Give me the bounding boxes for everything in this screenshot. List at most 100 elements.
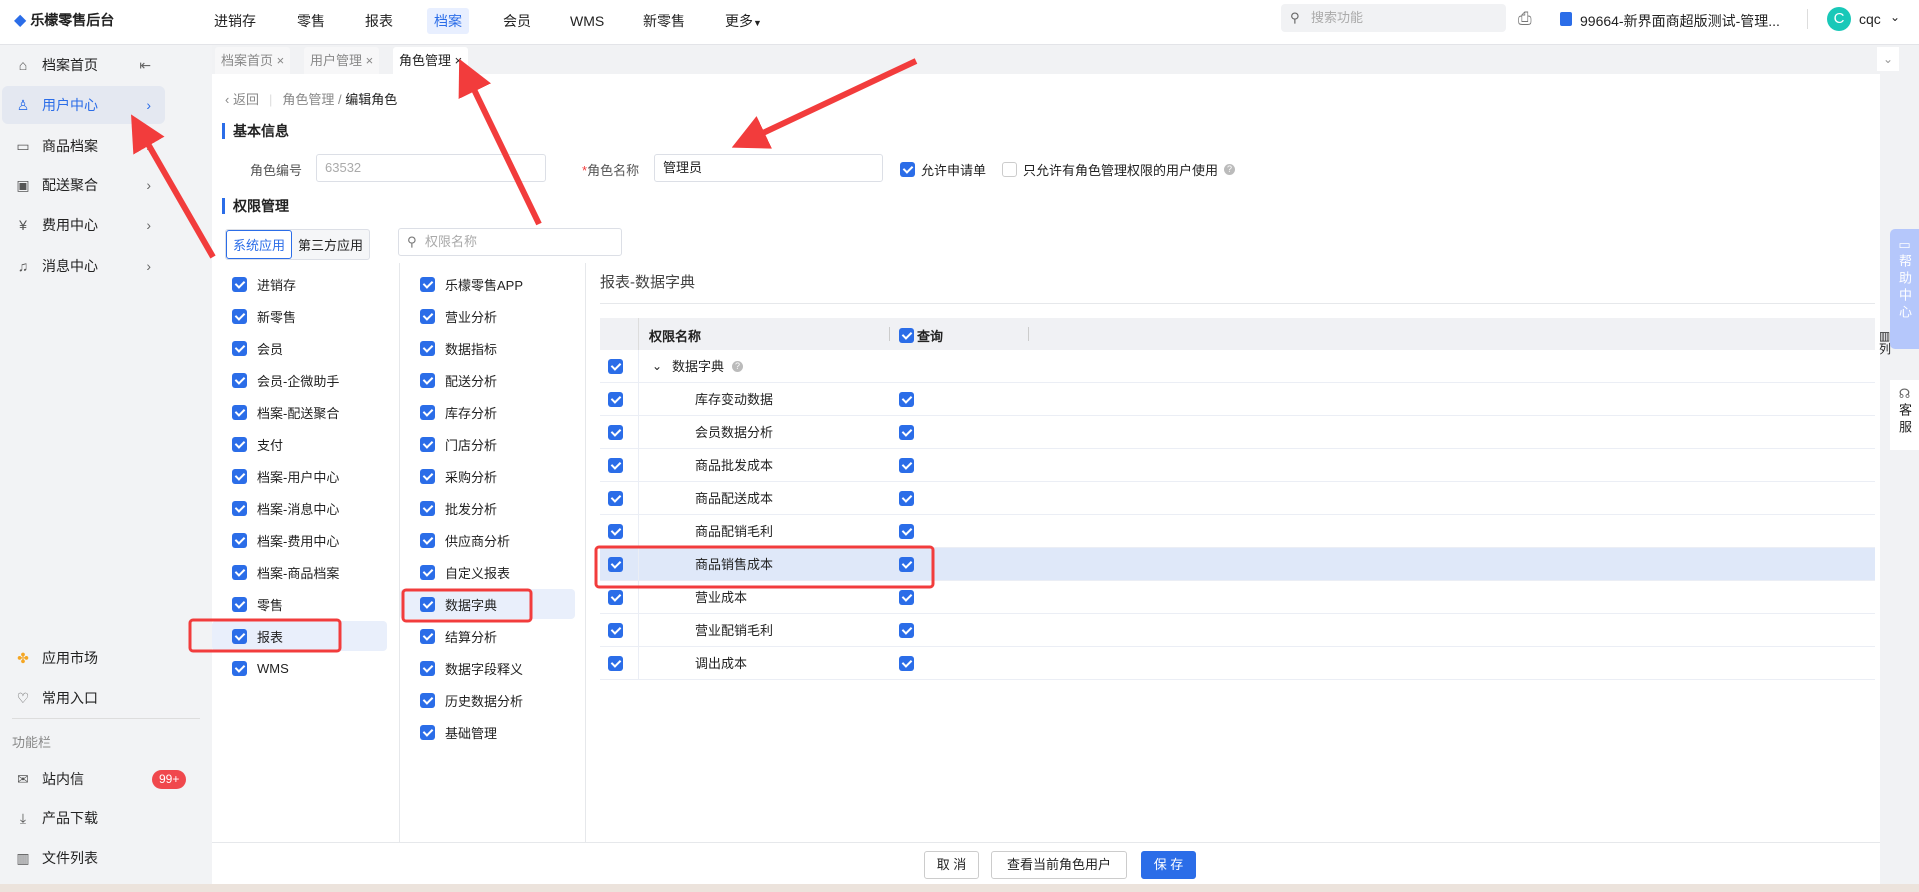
sidebar-item-delivery[interactable]: ▣ 配送聚合 › [2, 166, 165, 204]
nav-member[interactable]: 会员 [496, 8, 538, 34]
tab-user-management[interactable]: 用户管理 × [304, 47, 380, 74]
submodule-checkbox[interactable] [420, 340, 435, 356]
checkbox-unchecked[interactable] [1002, 162, 1017, 177]
row-checkbox[interactable] [608, 458, 623, 473]
submodule-checkbox[interactable] [420, 308, 435, 324]
submodule-item[interactable]: 采购分析 [400, 461, 575, 491]
row-checkbox[interactable] [608, 524, 623, 539]
module-item[interactable]: 档案-配送聚合 [212, 397, 387, 427]
submodule-item[interactable]: 基础管理 [400, 717, 575, 747]
submodule-checkbox[interactable] [420, 436, 435, 452]
checkbox-checked[interactable] [900, 162, 915, 177]
query-checkbox[interactable] [899, 458, 914, 473]
submodule-item[interactable]: 数据指标 [400, 333, 575, 363]
nav-archive[interactable]: 档案 [427, 8, 469, 34]
submodule-item[interactable]: 供应商分析 [400, 525, 575, 555]
query-checkbox[interactable] [899, 425, 914, 440]
module-item[interactable]: 会员 [212, 333, 387, 363]
role-code-field[interactable]: 63532 [316, 154, 546, 182]
chevron-down-icon[interactable]: ⌄ [652, 350, 662, 383]
module-checkbox[interactable] [232, 564, 247, 580]
row-checkbox[interactable] [608, 590, 623, 605]
save-button[interactable]: 保 存 [1141, 851, 1196, 879]
table-row[interactable]: 商品配送成本 [600, 482, 1875, 515]
submodule-checkbox[interactable] [420, 404, 435, 420]
module-item[interactable]: 新零售 [212, 301, 387, 331]
module-item[interactable]: 报表 [212, 621, 387, 651]
collapse-icon[interactable]: ⇤ [139, 57, 151, 74]
chevron-down-icon[interactable]: ⌄ [1890, 10, 1900, 24]
query-checkbox[interactable] [899, 557, 914, 572]
submodule-item[interactable]: 库存分析 [400, 397, 575, 427]
sidebar-download[interactable]: ⤓ 产品下载 [2, 799, 165, 837]
tab-role-management[interactable]: 角色管理 × [393, 47, 469, 74]
row-checkbox[interactable] [608, 656, 623, 671]
close-icon[interactable]: × [455, 53, 463, 68]
nav-new-retail[interactable]: 新零售 [636, 8, 692, 34]
row-checkbox[interactable] [608, 425, 623, 440]
nav-reports[interactable]: 报表 [358, 8, 400, 34]
allow-application-checkbox[interactable]: 允许申请单 [900, 160, 986, 179]
module-checkbox[interactable] [232, 500, 247, 516]
table-row[interactable]: 商品配销毛利 [600, 515, 1875, 548]
sidebar-item-user-center[interactable]: ♙ 用户中心 › [2, 86, 165, 124]
submodule-item[interactable]: 历史数据分析 [400, 685, 575, 715]
sidebar-item-expense[interactable]: ¥ 费用中心 › [2, 206, 165, 244]
tab-third-party-apps[interactable]: 第三方应用 [292, 230, 369, 259]
sidebar-item-goods[interactable]: ▭ 商品档案 › [2, 127, 165, 165]
module-item[interactable]: 档案-用户中心 [212, 461, 387, 491]
module-checkbox[interactable] [232, 276, 247, 292]
query-checkbox[interactable] [899, 656, 914, 671]
group-checkbox[interactable] [608, 359, 623, 374]
module-checkbox[interactable] [232, 340, 247, 356]
submodule-checkbox[interactable] [420, 276, 435, 292]
function-search-input[interactable]: ⚲ 搜索功能 [1281, 4, 1506, 32]
submodule-item[interactable]: 数据字段释义 [400, 653, 575, 683]
module-checkbox[interactable] [232, 660, 247, 676]
table-row[interactable]: 调出成本 [600, 647, 1875, 680]
module-checkbox[interactable] [232, 404, 247, 420]
role-name-field[interactable]: 管理员 [654, 154, 883, 182]
module-checkbox[interactable] [232, 468, 247, 484]
app-logo[interactable]: ◆ 乐檬零售后台 [14, 10, 114, 30]
module-item[interactable]: 档案-消息中心 [212, 493, 387, 523]
nav-wms[interactable]: WMS [563, 8, 611, 34]
submodule-checkbox[interactable] [420, 628, 435, 644]
store-selector[interactable]: 99664-新界面商超版测试-管理... [1580, 11, 1780, 31]
table-row[interactable]: 商品批发成本 [600, 449, 1875, 482]
permission-search-input[interactable]: ⚲ 权限名称 [398, 228, 622, 256]
module-item[interactable]: 档案-商品档案 [212, 557, 387, 587]
submodule-item[interactable]: 门店分析 [400, 429, 575, 459]
query-checkbox[interactable] [899, 623, 914, 638]
user-name[interactable]: cqc [1859, 11, 1881, 27]
submodule-item[interactable]: 批发分析 [400, 493, 575, 523]
module-checkbox[interactable] [232, 372, 247, 388]
module-checkbox[interactable] [232, 628, 247, 644]
submodule-item[interactable]: 配送分析 [400, 365, 575, 395]
submodule-item[interactable]: 数据字典 [400, 589, 575, 619]
table-group-row[interactable]: ⌄ 数据字典? [600, 350, 1875, 383]
tabs-dropdown-icon[interactable]: ⌄ [1877, 47, 1899, 71]
submodule-checkbox[interactable] [420, 372, 435, 388]
submodule-checkbox[interactable] [420, 692, 435, 708]
sidebar-item-archive-home[interactable]: ⌂ 档案首页 ⇤ [2, 46, 165, 84]
back-link[interactable]: ‹ 返回 [225, 92, 259, 107]
table-row[interactable]: 库存变动数据 [600, 383, 1875, 416]
row-checkbox[interactable] [608, 392, 623, 407]
nav-more[interactable]: 更多▼ [718, 8, 769, 34]
cancel-button[interactable]: 取 消 [924, 851, 979, 879]
breadcrumb-parent[interactable]: 角色管理 [282, 92, 334, 107]
nav-retail[interactable]: 零售 [290, 8, 332, 34]
printer-icon[interactable]: ⎙ [1518, 9, 1532, 29]
module-checkbox[interactable] [232, 436, 247, 452]
query-checkbox[interactable] [899, 392, 914, 407]
sidebar-inbox[interactable]: ✉ 站内信 99+ [2, 760, 187, 798]
avatar[interactable]: C [1827, 7, 1851, 31]
submodule-item[interactable]: 结算分析 [400, 621, 575, 651]
submodule-item[interactable]: 营业分析 [400, 301, 575, 331]
query-checkbox[interactable] [899, 524, 914, 539]
row-checkbox[interactable] [608, 491, 623, 506]
sidebar-item-messages[interactable]: ♫ 消息中心 › [2, 247, 165, 285]
close-icon[interactable]: × [366, 53, 374, 68]
tab-archive-home[interactable]: 档案首页 × [215, 47, 291, 74]
